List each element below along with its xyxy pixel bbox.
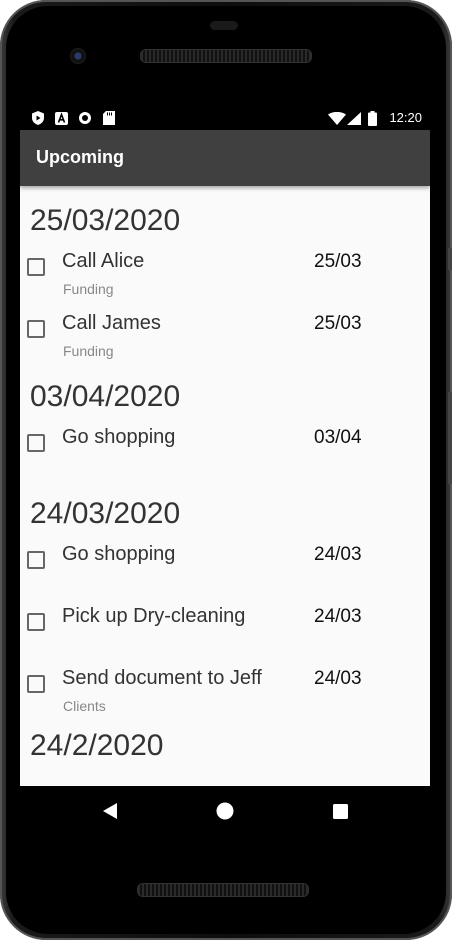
task-item[interactable]: Call James Funding 25/03	[20, 308, 430, 370]
screen: 12:20 Upcoming 25/03/2020 Call Alice Fun…	[20, 106, 430, 836]
earpiece-speaker	[140, 49, 312, 63]
task-date: 24/03	[314, 544, 362, 565]
task-item[interactable]: Go shopping 24/03	[20, 539, 430, 601]
task-list: 25/03/2020 Call Alice Funding 25/03 Call…	[20, 186, 430, 771]
group-date-header: 24/03/2020	[30, 497, 181, 530]
task-item[interactable]: Send document to Jeff Clients 24/03	[20, 663, 430, 725]
date-group: 03/04/2020 Go shopping 03/04	[20, 372, 430, 489]
signal-icon	[347, 111, 361, 125]
task-checkbox[interactable]	[27, 258, 45, 276]
task-category: Clients	[63, 698, 106, 714]
task-title: Pick up Dry-cleaning	[62, 605, 246, 627]
back-icon[interactable]	[100, 801, 120, 821]
group-date-header: 25/03/2020	[30, 204, 181, 237]
recents-icon[interactable]	[330, 801, 350, 821]
task-date: 25/03	[314, 251, 362, 272]
task-title: Go shopping	[62, 543, 176, 565]
front-camera	[70, 48, 86, 64]
page-title: Upcoming	[36, 147, 124, 167]
task-date: 25/03	[314, 313, 362, 334]
task-date: 03/04	[314, 427, 362, 448]
task-date: 24/03	[314, 606, 362, 627]
app-bar: Upcoming	[20, 130, 430, 186]
date-group: 24/2/2020	[20, 721, 430, 771]
circle-icon	[78, 111, 92, 125]
power-button	[448, 248, 452, 270]
sd-card-icon	[103, 111, 115, 125]
task-title: Call Alice	[62, 250, 145, 272]
task-title: Send document to Jeff	[62, 667, 262, 689]
date-group: 24/03/2020 Go shopping 24/03 Pick up Dry…	[20, 489, 430, 725]
task-checkbox[interactable]	[27, 551, 45, 569]
task-category: Funding	[63, 281, 114, 297]
bottom-speaker	[137, 883, 309, 897]
task-item[interactable]: Pick up Dry-cleaning 24/03	[20, 601, 430, 663]
task-date: 24/03	[314, 668, 362, 689]
a-icon	[55, 111, 68, 125]
proximity-sensor	[210, 21, 238, 30]
task-item[interactable]: Call Alice Funding 25/03	[20, 246, 430, 308]
play-protect-icon	[31, 111, 45, 125]
status-time: 12:20	[389, 110, 422, 125]
task-checkbox[interactable]	[27, 320, 45, 338]
battery-icon	[368, 110, 377, 126]
task-title: Go shopping	[62, 426, 176, 448]
task-category: Funding	[63, 343, 114, 359]
task-checkbox[interactable]	[27, 613, 45, 631]
group-date-header: 24/2/2020	[30, 729, 164, 762]
task-checkbox[interactable]	[27, 675, 45, 693]
task-checkbox[interactable]	[27, 434, 45, 452]
status-bar: 12:20	[20, 106, 430, 130]
volume-button	[448, 392, 452, 484]
task-title: Call James	[62, 312, 161, 334]
wifi-icon	[328, 111, 346, 125]
date-group: 25/03/2020 Call Alice Funding 25/03 Call…	[20, 196, 430, 370]
task-item[interactable]: Go shopping 03/04	[20, 422, 430, 489]
home-icon[interactable]	[215, 801, 235, 821]
group-date-header: 03/04/2020	[30, 380, 181, 413]
navigation-bar	[20, 786, 430, 836]
